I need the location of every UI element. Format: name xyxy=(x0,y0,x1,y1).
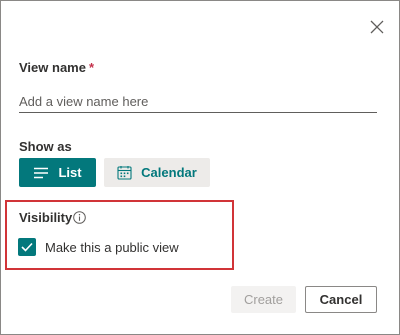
calendar-icon xyxy=(117,165,132,180)
public-view-checkbox[interactable] xyxy=(18,238,36,256)
checkmark-icon xyxy=(21,242,33,252)
create-button[interactable]: Create xyxy=(231,286,296,313)
close-icon[interactable] xyxy=(366,16,388,38)
list-icon xyxy=(33,167,49,179)
public-view-label[interactable]: Make this a public view xyxy=(45,240,179,255)
calendar-button[interactable]: Calendar xyxy=(104,158,210,187)
visibility-label: Visibility xyxy=(19,210,73,225)
cancel-button[interactable]: Cancel xyxy=(305,286,377,313)
view-name-input[interactable] xyxy=(19,90,377,113)
list-button-label: List xyxy=(58,165,82,180)
list-button[interactable]: List xyxy=(19,158,96,187)
show-as-label: Show as xyxy=(19,139,72,154)
info-icon[interactable] xyxy=(73,211,86,224)
calendar-button-label: Calendar xyxy=(141,165,197,180)
view-name-label-text: View name xyxy=(19,60,86,75)
required-marker: * xyxy=(88,60,95,75)
view-name-label: View name * xyxy=(19,60,94,75)
